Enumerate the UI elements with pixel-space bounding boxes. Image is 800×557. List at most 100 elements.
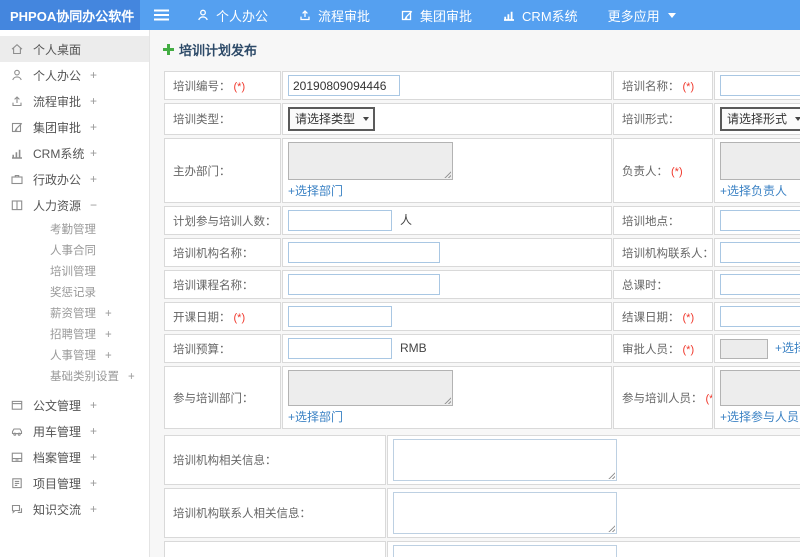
sidebar-item-admin-office[interactable]: 行政办公 + bbox=[0, 166, 149, 192]
expand-plus-icon[interactable]: + bbox=[90, 502, 97, 516]
topnav-crm-system[interactable]: CRM系统 bbox=[502, 6, 578, 25]
expand-plus-icon[interactable]: + bbox=[105, 308, 112, 320]
topnav-personal-office[interactable]: 个人办公 bbox=[196, 6, 268, 25]
project-icon bbox=[12, 478, 22, 489]
training-type-select[interactable]: 请选择类型 bbox=[288, 107, 376, 131]
sidebar-item-personal-desktop[interactable]: 个人桌面 bbox=[0, 36, 149, 62]
training-no-input[interactable] bbox=[288, 75, 400, 96]
org-contact-info-textarea[interactable] bbox=[393, 492, 617, 534]
field-label-training-no: 培训编号： bbox=[173, 80, 231, 93]
sidebar-item-knowledge-exchange[interactable]: 知识交流 + bbox=[0, 496, 149, 522]
field-label-course-name: 培训课程名称： bbox=[173, 279, 254, 292]
expand-plus-icon[interactable]: + bbox=[90, 398, 97, 412]
start-date-input[interactable] bbox=[288, 306, 392, 327]
sidebar-item-group-approval[interactable]: 集团审批 + bbox=[0, 114, 149, 140]
sidebar-subitem-salary[interactable]: 薪资管理 + bbox=[0, 304, 149, 325]
topnav-more-apps[interactable]: 更多应用 bbox=[608, 6, 676, 25]
total-hours-input[interactable] bbox=[720, 274, 800, 295]
sidebar-subitem-training[interactable]: 培训管理 bbox=[0, 262, 149, 283]
field-label-approvers: 审批人员： bbox=[622, 343, 680, 356]
sidebar-subitem-personnel[interactable]: 人事管理 + bbox=[0, 346, 149, 367]
select-caret-icon bbox=[363, 117, 370, 124]
expand-plus-icon[interactable]: + bbox=[90, 476, 97, 490]
edit-icon bbox=[401, 10, 413, 21]
select-dept-link[interactable]: +选择部门 bbox=[288, 408, 343, 425]
sidebar-item-official-docs[interactable]: 公文管理 + bbox=[0, 392, 149, 418]
field-label-training-name: 培训名称： bbox=[622, 80, 680, 93]
sidebar-subitem-base-category[interactable]: 基础类别设置 + bbox=[0, 367, 149, 388]
training-form-table: 培训编号：(*) 培训名称：(*) 培训类型： 请选择类型 培训形式： 请选择形… bbox=[163, 68, 800, 432]
field-label-org-name: 培训机构名称： bbox=[173, 247, 254, 260]
field-label-org-info: 培训机构相关信息： bbox=[173, 455, 277, 467]
select-dept-link[interactable]: +选择部门 bbox=[288, 182, 343, 199]
topnav-label: 更多应用 bbox=[607, 8, 660, 24]
main-content: 培训计划发布 培训编号：(*) 培训名称：(*) 培训类型： 请选择类型 培训形… bbox=[150, 30, 800, 557]
expand-plus-icon[interactable]: + bbox=[90, 68, 97, 82]
org-contact-input[interactable] bbox=[720, 242, 800, 263]
expand-plus-icon[interactable]: + bbox=[90, 450, 97, 464]
field-label-planned-participants: 计划参与培训人数： bbox=[173, 215, 277, 228]
topnav-label: 流程审批 bbox=[318, 8, 371, 24]
sidebar-item-project-mgmt[interactable]: 项目管理 + bbox=[0, 470, 149, 496]
budget-input[interactable] bbox=[288, 338, 392, 359]
currency-suffix: RMB bbox=[400, 340, 427, 355]
training-name-input[interactable] bbox=[720, 75, 800, 96]
person-in-charge-box[interactable] bbox=[720, 142, 800, 180]
expand-plus-icon[interactable]: + bbox=[90, 146, 97, 160]
sidebar-item-workflow-approval[interactable]: 流程审批 + bbox=[0, 88, 149, 114]
user-icon bbox=[198, 9, 208, 21]
participants-box[interactable] bbox=[720, 370, 800, 406]
sidebar-hr-submenu: 考勤管理 人事合同 培训管理 奖惩记录 薪资管理 + 招聘管理 + 人事管理 + 基础… bbox=[0, 218, 149, 392]
sidebar-item-label: 档案管理 bbox=[33, 450, 82, 465]
sidebar-item-personal-office[interactable]: 个人办公 + bbox=[0, 62, 149, 88]
hamburger-menu-button[interactable] bbox=[140, 0, 182, 30]
host-dept-box[interactable] bbox=[288, 142, 453, 180]
org-name-input[interactable] bbox=[288, 242, 440, 263]
expand-plus-icon[interactable]: + bbox=[90, 424, 97, 438]
course-name-input[interactable] bbox=[288, 274, 440, 295]
topnav-group-approval[interactable]: 集团审批 bbox=[400, 6, 472, 25]
select-person-in-charge-link[interactable]: +选择负责人 bbox=[720, 182, 787, 199]
planned-participants-input[interactable] bbox=[288, 210, 392, 231]
sidebar-subitem-hr-contract[interactable]: 人事合同 bbox=[0, 241, 149, 262]
expand-plus-icon[interactable]: + bbox=[105, 329, 112, 341]
expand-plus-icon[interactable]: + bbox=[90, 120, 97, 134]
end-date-input[interactable] bbox=[720, 306, 800, 327]
field-label-training-form: 培训形式： bbox=[622, 114, 680, 126]
expand-plus-icon[interactable]: + bbox=[90, 172, 97, 186]
topnav-workflow-approval[interactable]: 流程审批 bbox=[298, 6, 370, 25]
expand-plus-icon[interactable]: + bbox=[105, 350, 112, 362]
select-participants-link[interactable]: +选择参与人员 bbox=[720, 408, 799, 425]
approvers-box[interactable] bbox=[720, 338, 768, 359]
sidebar-subitem-attendance[interactable]: 考勤管理 bbox=[0, 220, 149, 241]
org-info-textarea[interactable] bbox=[393, 439, 617, 481]
select-approvers-link[interactable]: +选择审批人员 bbox=[775, 341, 800, 355]
sidebar-item-crm-system[interactable]: CRM系统 + bbox=[0, 140, 149, 166]
document-icon bbox=[11, 400, 23, 410]
sidebar-subitem-rewards[interactable]: 奖惩记录 bbox=[0, 283, 149, 304]
chart-icon bbox=[504, 11, 515, 21]
sidebar-item-vehicle-mgmt[interactable]: 用车管理 + bbox=[0, 418, 149, 444]
chat-icon bbox=[11, 504, 23, 514]
sidebar-item-archive-mgmt[interactable]: 档案管理 + bbox=[0, 444, 149, 470]
archive-icon bbox=[11, 452, 23, 462]
briefcase-icon bbox=[11, 175, 23, 185]
sidebar-item-human-resources[interactable]: 人力资源 − bbox=[0, 192, 149, 218]
field-label-person-in-charge: 负责人： bbox=[622, 165, 668, 178]
sidebar-subitem-recruit[interactable]: 招聘管理 + bbox=[0, 325, 149, 346]
sidebar-item-label: 行政办公 bbox=[33, 172, 82, 187]
training-requirements-textarea[interactable] bbox=[393, 545, 617, 557]
expand-plus-icon[interactable]: + bbox=[128, 371, 135, 383]
home-icon bbox=[11, 43, 23, 55]
workflow-icon bbox=[300, 10, 310, 21]
expand-plus-icon[interactable]: + bbox=[90, 94, 97, 108]
sidebar-item-label: 公文管理 bbox=[33, 398, 82, 413]
participating-depts-box[interactable] bbox=[288, 370, 453, 406]
field-label-org-contact-info: 培训机构联系人相关信息： bbox=[173, 508, 311, 520]
sidebar-item-label: 用车管理 bbox=[33, 424, 82, 439]
training-place-input[interactable] bbox=[720, 210, 800, 231]
chart-icon bbox=[12, 149, 22, 159]
training-form-select[interactable]: 请选择形式 bbox=[720, 107, 800, 131]
sidebar-item-label: 个人桌面 bbox=[33, 42, 82, 57]
collapse-minus-icon[interactable]: − bbox=[90, 198, 97, 212]
